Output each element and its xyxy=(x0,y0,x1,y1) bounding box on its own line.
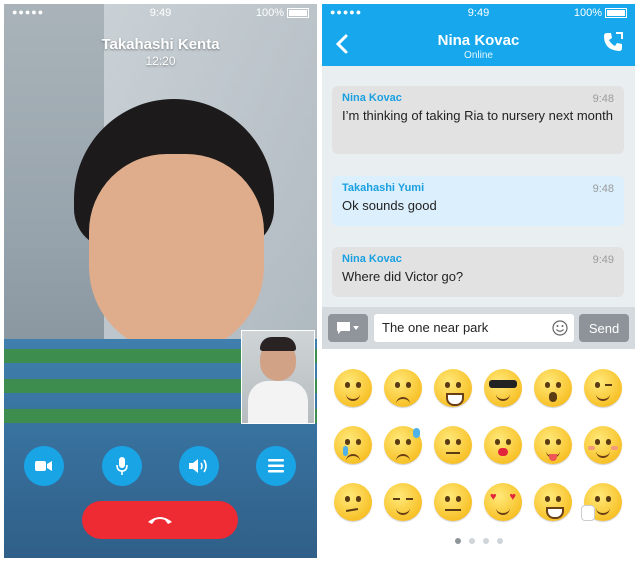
video-call-screen: ●●●●● 9:49 100% Takahashi Kenta 12:20 xyxy=(4,4,317,558)
call-button[interactable] xyxy=(603,32,623,57)
chat-screen: ●●●●● 9:49 100% Nina Kovac Online Nina K… xyxy=(322,4,635,558)
message-author: Nina Kovac xyxy=(342,253,402,265)
emoticon-crying[interactable] xyxy=(334,426,372,464)
smiley-icon[interactable] xyxy=(552,320,568,336)
emoticon-speechless[interactable] xyxy=(434,426,472,464)
message-bubble[interactable]: Nina Kovac 9:49 Where did Victor go? xyxy=(332,247,624,297)
call-menu-button[interactable] xyxy=(256,446,296,486)
emoticon-sleepy[interactable] xyxy=(384,483,422,521)
message-input-value: The one near park xyxy=(382,320,489,335)
emoticon-sad[interactable] xyxy=(384,369,422,407)
message-bubble[interactable]: Takahashi Yumi 9:48 Ok sounds good xyxy=(332,176,624,226)
mic-icon xyxy=(116,457,128,475)
mute-button[interactable] xyxy=(102,446,142,486)
call-duration: 12:20 xyxy=(145,54,176,68)
emoticon-in-love[interactable]: ♥ ♥ xyxy=(484,483,522,521)
message-text: Where did Victor go? xyxy=(342,269,464,284)
battery-percent: 100% xyxy=(573,7,602,19)
hangup-icon xyxy=(148,517,172,524)
emoticon-evil-grin[interactable] xyxy=(534,483,572,521)
menu-icon xyxy=(268,459,284,473)
caller-name: Takahashi Kenta xyxy=(101,36,220,53)
page-dot[interactable] xyxy=(468,538,475,544)
message-list[interactable]: Nina Kovac 9:48 I’m thinking of taking R… xyxy=(322,66,635,307)
contact-presence: Online xyxy=(464,50,493,61)
emoticon-cool[interactable] xyxy=(484,369,522,407)
speaker-icon xyxy=(189,459,207,473)
page-dot[interactable] xyxy=(496,538,503,544)
emoticon-tongue-out[interactable] xyxy=(534,426,572,464)
message-time: 9:49 xyxy=(592,254,614,266)
chat-header: ●●●●● 9:49 100% Nina Kovac Online xyxy=(322,4,635,66)
battery-icon xyxy=(287,8,309,18)
page-dot[interactable] xyxy=(454,538,461,544)
send-button[interactable]: Send xyxy=(579,314,629,342)
emoticon-wondering[interactable] xyxy=(334,483,372,521)
emoticon-wink[interactable] xyxy=(584,369,622,407)
emoticon-grid: ♥ ♥ xyxy=(322,349,635,558)
phone-icon xyxy=(604,32,623,51)
emoticon-sweat[interactable] xyxy=(384,426,422,464)
video-toggle-button[interactable] xyxy=(24,446,64,486)
emoticon-dull[interactable] xyxy=(434,483,472,521)
status-bar: ●●●●● 9:49 100% xyxy=(4,4,317,22)
message-author: Takahashi Yumi xyxy=(342,182,425,194)
message-text: Ok sounds good xyxy=(342,198,437,213)
message-bubble[interactable]: Nina Kovac 9:48 I’m thinking of taking R… xyxy=(332,86,624,154)
message-input[interactable]: The one near park xyxy=(374,314,574,342)
emoticon-page-indicator[interactable] xyxy=(322,538,635,544)
emoticon-laugh[interactable] xyxy=(434,369,472,407)
compose-bar: The one near park Send xyxy=(322,307,635,349)
emoticon-surprised[interactable] xyxy=(534,369,572,407)
end-call-button[interactable] xyxy=(82,501,238,539)
battery-icon xyxy=(605,8,627,18)
message-author: Nina Kovac xyxy=(342,92,402,104)
status-bar: ●●●●● 9:49 100% xyxy=(322,4,635,22)
battery-percent: 100% xyxy=(255,7,284,19)
emoticon-smile[interactable] xyxy=(334,369,372,407)
emoticon-kiss[interactable] xyxy=(484,426,522,464)
page-dot[interactable] xyxy=(482,538,489,544)
chat-bubble-icon xyxy=(337,322,359,334)
self-view-thumbnail[interactable] xyxy=(241,330,315,424)
emoticon-talk-to-hand[interactable] xyxy=(581,483,622,521)
speaker-button[interactable] xyxy=(179,446,219,486)
video-icon xyxy=(35,461,52,471)
message-time: 9:48 xyxy=(592,183,614,195)
emoticon-picker-button[interactable] xyxy=(328,314,368,342)
message-text: I’m thinking of taking Ria to nursery ne… xyxy=(342,108,613,123)
message-time: 9:48 xyxy=(592,93,614,105)
contact-name: Nina Kovac xyxy=(437,32,520,49)
emoticon-blush[interactable] xyxy=(584,426,622,464)
